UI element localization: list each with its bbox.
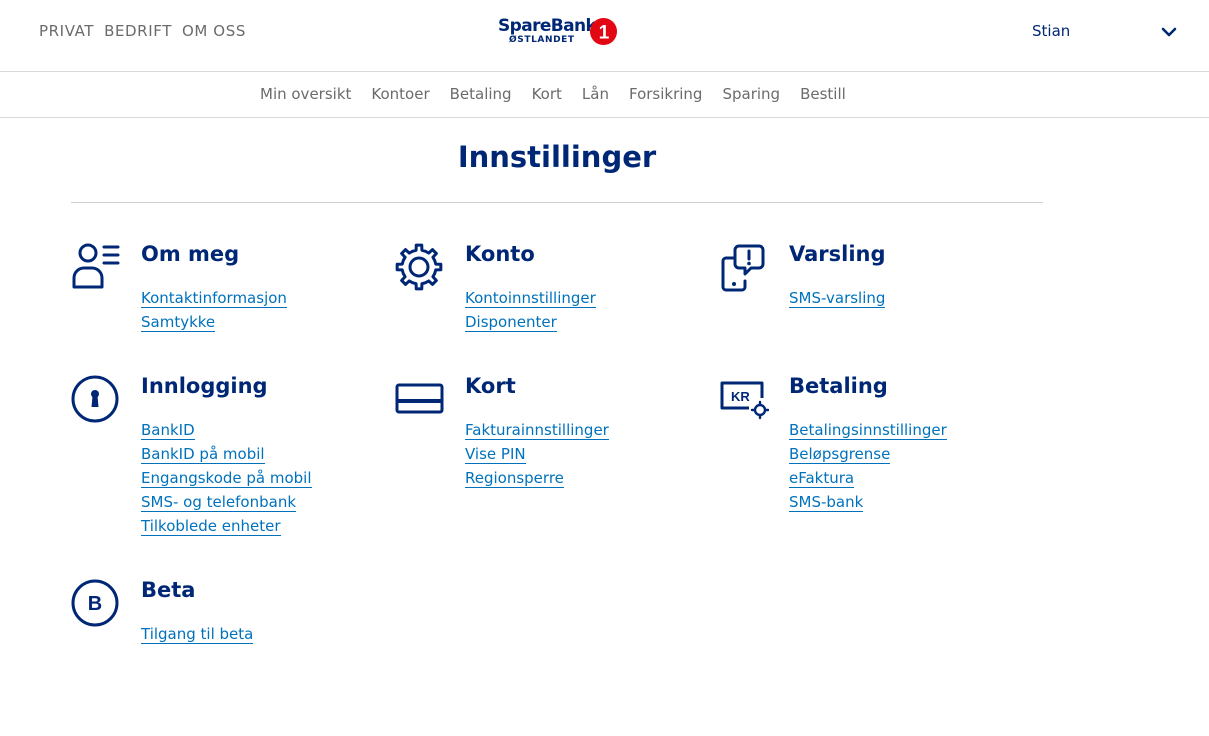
nav-item-betaling[interactable]: Betaling xyxy=(450,85,512,103)
top-bar: PRIVAT BEDRIFT OM OSS SpareBank ØSTLANDE… xyxy=(0,0,1209,72)
link-fakturainnstillinger[interactable]: Fakturainnstillinger xyxy=(465,421,609,440)
link-vise-pin[interactable]: Vise PIN xyxy=(465,445,526,464)
nav-item-kort[interactable]: Kort xyxy=(532,85,562,103)
link-betalingsinnstillinger[interactable]: Betalingsinnstillinger xyxy=(789,421,947,440)
section-links: Tilgang til beta xyxy=(141,624,254,648)
page-title: Innstillinger xyxy=(457,140,657,174)
link-efaktura[interactable]: eFaktura xyxy=(789,469,855,488)
link-tilgang-til-beta[interactable]: Tilgang til beta xyxy=(141,625,254,644)
segment-bedrift-link[interactable]: BEDRIFT xyxy=(104,22,172,40)
sparebank-logo[interactable]: SpareBank ØSTLANDET 1 xyxy=(498,16,620,48)
section-title: Innlogging xyxy=(141,374,268,398)
link-sms-bank[interactable]: SMS-bank xyxy=(789,493,864,512)
section-links: BankID BankID på mobil Engangskode på mo… xyxy=(141,420,312,540)
section-title: Betaling xyxy=(789,374,888,398)
phone-alert-icon xyxy=(721,244,765,292)
section-title: Kort xyxy=(465,374,516,398)
section-links: Betalingsinnstillinger Beløpsgrense eFak… xyxy=(789,420,947,516)
nav-item-forsikring[interactable]: Forsikring xyxy=(629,85,702,103)
link-samtykke[interactable]: Samtykke xyxy=(141,313,216,332)
svg-text:B: B xyxy=(88,593,102,615)
section-title: Om meg xyxy=(141,242,240,266)
nav-item-bestill[interactable]: Bestill xyxy=(800,85,846,103)
section-links: Kontaktinformasjon Samtykke xyxy=(141,288,287,336)
link-kontoinnstillinger[interactable]: Kontoinnstillinger xyxy=(465,289,596,308)
beta-icon: B xyxy=(71,579,119,627)
segment-om-oss-link[interactable]: OM OSS xyxy=(182,22,246,40)
link-regionsperre[interactable]: Regionsperre xyxy=(465,469,564,488)
link-engangskode-pa-mobil[interactable]: Engangskode på mobil xyxy=(141,469,312,488)
section-links: Fakturainnstillinger Vise PIN Regionsper… xyxy=(465,420,609,492)
logo-text-line2: ØSTLANDET xyxy=(509,35,575,45)
logo-badge-text: 1 xyxy=(599,22,610,43)
nav-item-sparing[interactable]: Sparing xyxy=(722,85,780,103)
title-divider xyxy=(71,202,1043,203)
svg-text:KR: KR xyxy=(731,389,750,404)
link-bankid[interactable]: BankID xyxy=(141,421,195,440)
section-title: Konto xyxy=(465,242,535,266)
keyhole-icon xyxy=(71,375,119,423)
nav-item-kontoer[interactable]: Kontoer xyxy=(371,85,429,103)
main-nav: Min oversikt Kontoer Betaling Kort Lån F… xyxy=(0,73,1209,118)
card-icon xyxy=(395,383,444,414)
person-list-icon xyxy=(72,243,120,289)
link-tilkoblede-enheter[interactable]: Tilkoblede enheter xyxy=(141,517,281,536)
link-sms-og-telefonbank[interactable]: SMS- og telefonbank xyxy=(141,493,297,512)
logo-text-line1: SpareBank xyxy=(498,16,597,36)
link-belopsgrense[interactable]: Beløpsgrense xyxy=(789,445,891,464)
link-kontaktinformasjon[interactable]: Kontaktinformasjon xyxy=(141,289,287,308)
chevron-down-icon[interactable] xyxy=(1161,26,1177,38)
link-bankid-pa-mobil[interactable]: BankID på mobil xyxy=(141,445,265,464)
nav-item-lan[interactable]: Lån xyxy=(582,85,609,103)
kr-settings-icon: KR xyxy=(720,381,769,420)
section-links: Kontoinnstillinger Disponenter xyxy=(465,288,596,336)
segment-nav: PRIVAT BEDRIFT OM OSS xyxy=(39,22,246,40)
logo-badge-icon: 1 xyxy=(589,17,618,46)
gear-icon xyxy=(395,243,443,291)
segment-privat-link[interactable]: PRIVAT xyxy=(39,22,94,40)
link-disponenter[interactable]: Disponenter xyxy=(465,313,557,332)
section-title: Varsling xyxy=(789,242,886,266)
section-title: Beta xyxy=(141,578,196,602)
user-name[interactable]: Stian xyxy=(1032,22,1070,40)
section-links: SMS-varsling xyxy=(789,288,886,312)
nav-item-min-oversikt[interactable]: Min oversikt xyxy=(260,85,351,103)
link-sms-varsling[interactable]: SMS-varsling xyxy=(789,289,886,308)
